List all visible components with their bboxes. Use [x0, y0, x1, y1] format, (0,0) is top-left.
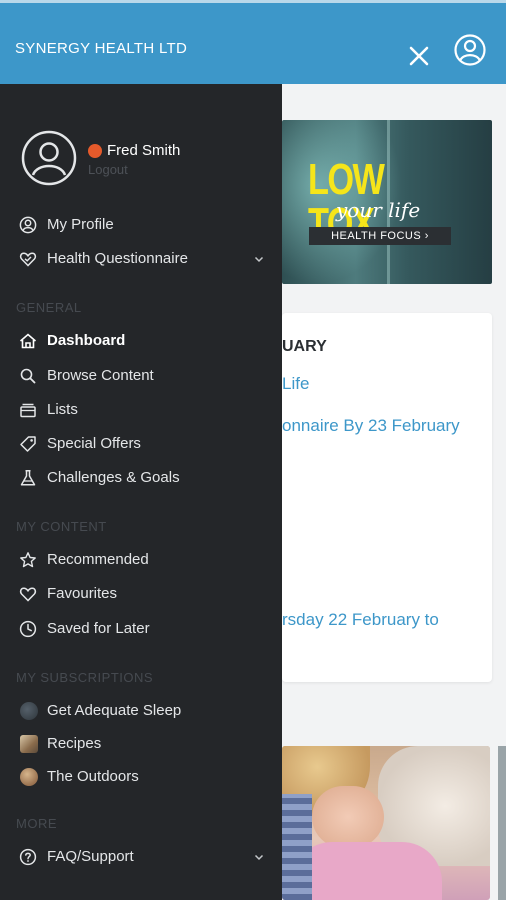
brand-title: SYNERGY HEALTH LTD [15, 40, 188, 57]
nav-item-label: Lists [47, 401, 78, 418]
flask-icon [20, 470, 36, 486]
user-circle-icon [19, 216, 37, 234]
nav-item-label: Get Adequate Sleep [47, 702, 182, 719]
photo-shirt [292, 842, 442, 900]
avatar[interactable] [21, 130, 77, 186]
nav-item-recipes[interactable]: Recipes [0, 729, 282, 759]
nav-item-the-outdoors[interactable]: The Outdoors [0, 762, 282, 792]
nav-item-label: Health Questionnaire [47, 250, 188, 267]
clock-icon [19, 620, 37, 638]
next-photo-edge[interactable] [498, 746, 506, 900]
nav-item-label: My Profile [47, 216, 114, 233]
nav-item-label: Recommended [47, 551, 149, 568]
chevron-down-icon[interactable] [253, 851, 265, 863]
card-link[interactable]: rsday 22 February to [282, 610, 439, 630]
section-title-my-content: MY CONTENT [16, 519, 107, 534]
nav-item-label: Challenges & Goals [47, 469, 180, 486]
nav-item-label: Dashboard [47, 332, 126, 349]
banner-subtitle: your life [336, 198, 421, 222]
nav-item-label: FAQ/Support [47, 848, 134, 865]
nav-item-dashboard[interactable]: Dashboard [0, 326, 282, 356]
nav-item-label: Recipes [47, 735, 102, 752]
user-name: Fred Smith [107, 142, 181, 159]
nav-item-label: Saved for Later [47, 620, 150, 637]
nav-item-faq-support[interactable]: FAQ/Support [0, 842, 282, 872]
user-circle-icon [454, 34, 486, 66]
nav-item-recommended[interactable]: Recommended [0, 545, 282, 575]
card-link[interactable]: Life [282, 374, 309, 394]
nav-item-special-offers[interactable]: Special Offers [0, 429, 282, 459]
close-drawer-button[interactable] [402, 39, 436, 73]
section-title-my-subscriptions: MY SUBSCRIPTIONS [16, 670, 154, 685]
heart-icon [19, 587, 37, 602]
status-indicator [88, 144, 102, 158]
health-focus-button[interactable]: HEALTH FOCUS › [309, 227, 451, 245]
nav-item-browse-content[interactable]: Browse Content [0, 361, 282, 391]
photo-stripes [282, 794, 312, 900]
home-icon [19, 333, 37, 349]
navigation-drawer: Fred Smith Logout My Profile Health Ques… [0, 84, 282, 900]
nav-item-get-adequate-sleep[interactable]: Get Adequate Sleep [0, 696, 282, 726]
heart-check-icon [19, 252, 37, 267]
nav-item-challenges-goals[interactable]: Challenges & Goals [0, 463, 282, 493]
nav-item-label: The Outdoors [47, 768, 139, 785]
photo-face [312, 786, 384, 848]
nav-item-lists[interactable]: Lists [0, 395, 282, 425]
lists-icon [20, 403, 36, 418]
account-button[interactable] [453, 33, 487, 67]
section-title-general: GENERAL [16, 300, 82, 315]
close-icon [409, 46, 429, 66]
nav-item-label: Special Offers [47, 435, 141, 452]
star-icon [20, 552, 36, 568]
card-link[interactable]: onnaire By 23 February [282, 416, 460, 436]
nav-item-label: Browse Content [47, 367, 154, 384]
help-icon [19, 848, 37, 866]
article-photo[interactable] [282, 746, 490, 900]
nav-item-my-profile[interactable]: My Profile [0, 210, 282, 240]
search-icon [20, 368, 36, 384]
nav-item-health-questionnaire[interactable]: Health Questionnaire [0, 244, 282, 274]
nav-item-label: Favourites [47, 585, 118, 602]
outdoors-thumbnail-icon [20, 768, 38, 786]
chevron-down-icon[interactable] [253, 253, 265, 265]
logout-link[interactable]: Logout [88, 162, 128, 177]
recipes-thumbnail-icon [20, 735, 38, 753]
nav-item-saved-for-later[interactable]: Saved for Later [0, 614, 282, 644]
sleep-thumbnail-icon [20, 702, 38, 720]
card-month-heading: UARY [282, 338, 327, 355]
top-app-bar: SYNERGY HEALTH LTD [0, 0, 506, 84]
tag-icon [20, 436, 36, 452]
low-tox-banner[interactable]: LOW TOX your life HEALTH FOCUS › [282, 120, 492, 284]
nav-item-favourites[interactable]: Favourites [0, 579, 282, 609]
section-title-more: MORE [16, 816, 57, 831]
